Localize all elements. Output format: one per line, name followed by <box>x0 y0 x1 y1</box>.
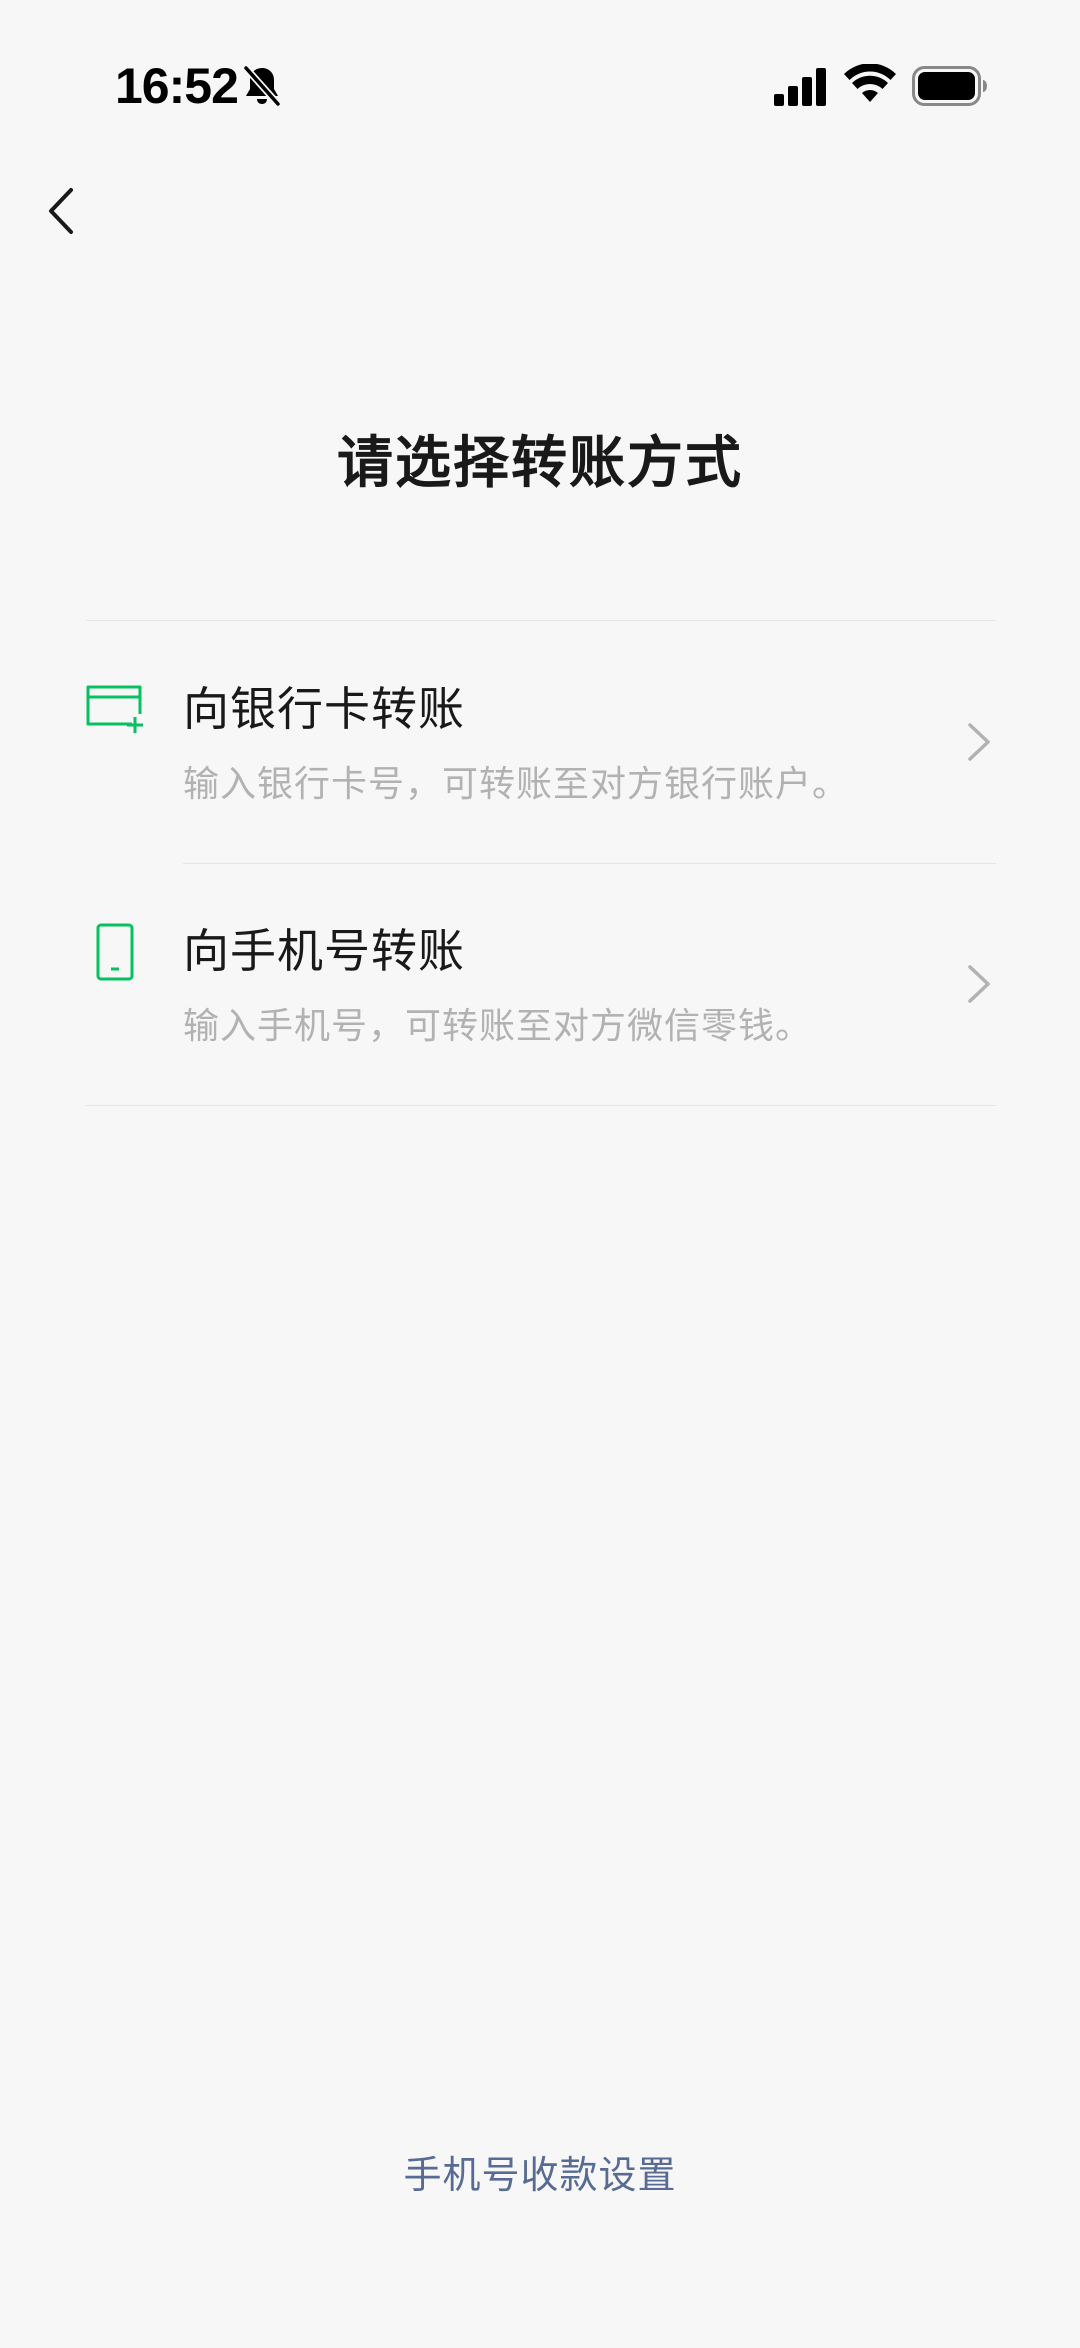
chevron-right-icon <box>968 965 990 1003</box>
option-title: 向手机号转账 <box>183 924 465 978</box>
option-description: 输入手机号，可转账至对方微信零钱。 <box>183 1006 813 1047</box>
chevron-left-icon <box>49 188 73 234</box>
option-bank-card-transfer[interactable]: 向银行卡转账 输入银行卡号，可转账至对方银行账户。 <box>86 621 996 863</box>
signal-icon <box>774 68 826 106</box>
transfer-method-page: 16:52 请选择转账方式 向银行卡转账 输入银行卡号，可转账至对方银行账户。 … <box>0 0 1080 2348</box>
phone-icon <box>96 923 134 981</box>
status-time: 16:52 <box>115 58 239 114</box>
bank-card-icon <box>86 685 143 733</box>
status-bar: 16:52 <box>0 0 1080 176</box>
battery-icon <box>912 66 987 106</box>
chevron-right-icon <box>968 723 990 761</box>
option-phone-transfer[interactable]: 向手机号转账 输入手机号，可转账至对方微信零钱。 <box>86 863 996 1105</box>
page-title: 请选择转账方式 <box>337 431 743 496</box>
transfer-option-list: 向银行卡转账 输入银行卡号，可转账至对方银行账户。 向手机号转账 输入手机号，可… <box>86 620 996 1106</box>
bell-off-icon <box>243 65 281 107</box>
option-description: 输入银行卡号，可转账至对方银行账户。 <box>183 764 850 805</box>
wifi-icon <box>844 64 896 102</box>
option-title: 向银行卡转账 <box>183 682 465 736</box>
back-button[interactable] <box>30 176 90 246</box>
phone-receive-settings-link[interactable]: 手机号收款设置 <box>0 2144 1080 2199</box>
